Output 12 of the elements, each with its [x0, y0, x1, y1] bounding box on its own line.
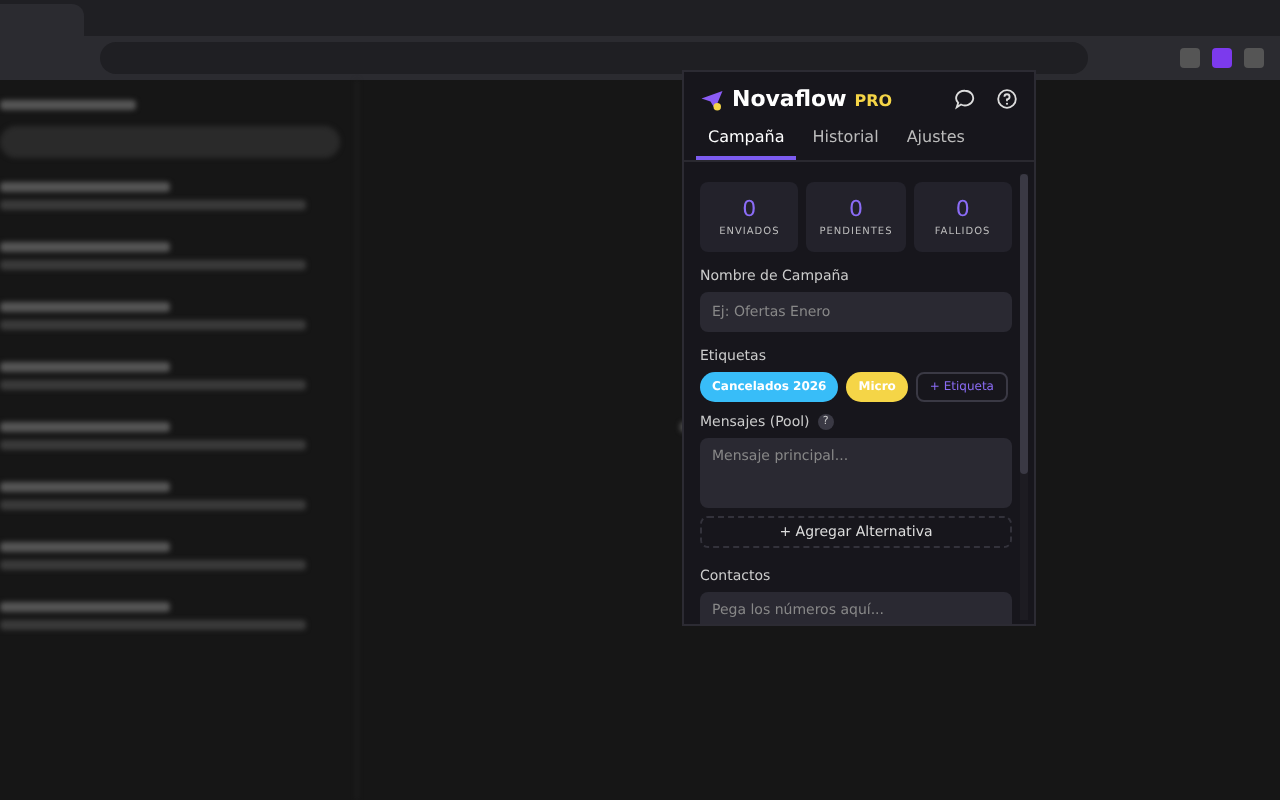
scrollbar[interactable]	[1020, 174, 1028, 620]
chat-icon[interactable]	[954, 88, 976, 110]
brand-name: Novaflow	[732, 86, 847, 112]
help-icon[interactable]	[996, 88, 1018, 110]
tab[interactable]: Ajustes	[894, 120, 977, 160]
stat-value: 0	[848, 196, 863, 222]
tab[interactable]: Campaña	[696, 120, 797, 160]
pro-label: PRO	[854, 92, 893, 110]
paper-plane-icon	[700, 87, 724, 111]
tab[interactable]: Historial	[800, 120, 891, 160]
stat-value: 0	[742, 196, 757, 222]
stat-value: 0	[955, 196, 970, 222]
